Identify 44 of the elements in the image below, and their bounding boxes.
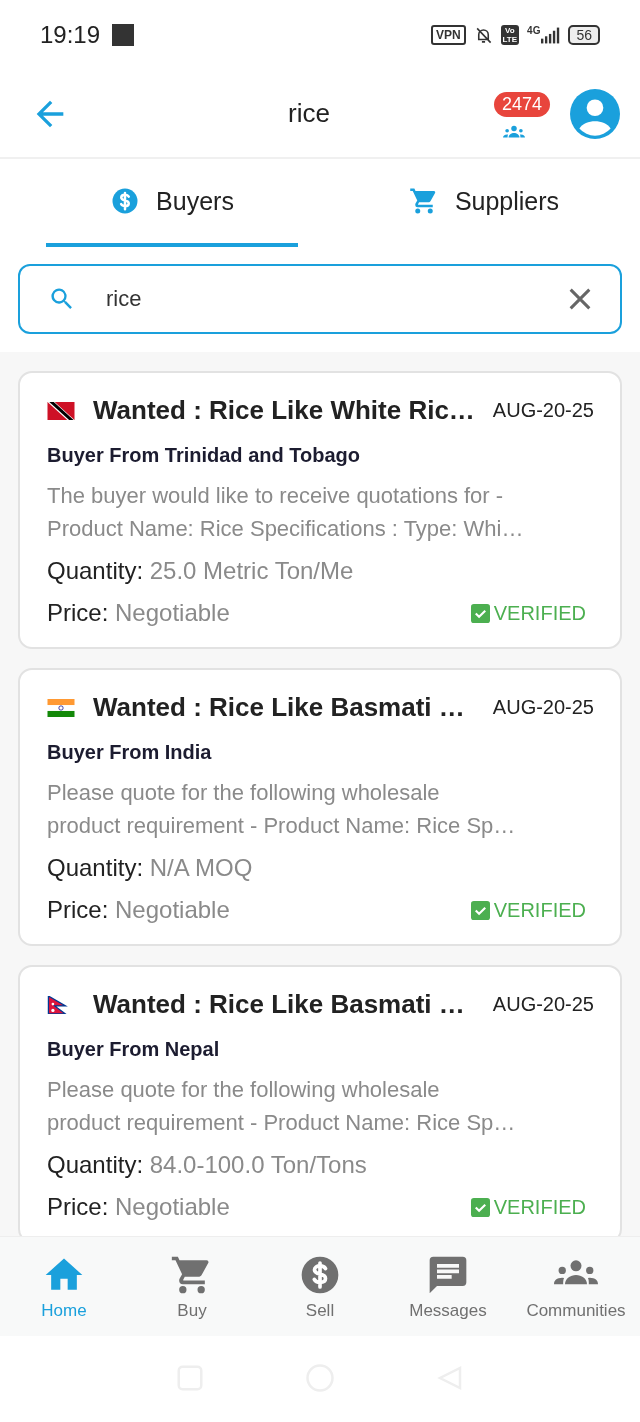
price-text: Price: Negotiable <box>47 599 230 627</box>
listing-date: AUG-20-25 <box>492 993 594 1016</box>
flag-icon <box>47 698 75 717</box>
tab[interactable]: Buyers <box>46 159 298 247</box>
notification-icon <box>112 24 135 46</box>
tab[interactable]: Suppliers <box>358 159 610 247</box>
listing-card[interactable]: Wanted : Rice Like Basmati … AUG-20-25 Buyer From Nepal Please quote for the following wholesale product requirement - Product Name: Rice Sp… Quantity: 84.0-100.0 Ton/Tons Price: Negotiable VERIFIED <box>18 965 622 1236</box>
listing-description: Please quote for the following wholesale product requirement - Product Name: Rice Sp… <box>47 779 517 840</box>
vpn-indicator: VPN <box>430 25 466 45</box>
listing-title: Wanted : Rice Like Basmati … <box>93 692 466 723</box>
listing-card[interactable] <box>18 371 622 649</box>
signal-icon <box>541 25 561 45</box>
listing-title: Wanted : Rice Like White Ric… <box>93 395 476 426</box>
nav-item[interactable]: Messages <box>384 1252 512 1321</box>
quantity-text: Quantity: 84.0-100.0 Ton/Tons <box>47 1151 368 1179</box>
listing-title: Wanted : Rice Like Basmati … <box>93 989 466 1020</box>
volte-indicator: Vo LTE <box>500 25 520 45</box>
buyer-location: Buyer From Nepal <box>47 1038 221 1061</box>
listing-date: AUG-20-25 <box>492 696 594 719</box>
price-text: Price: Negotiable <box>47 896 230 924</box>
flag-icon <box>47 401 75 420</box>
nav-item[interactable]: Communities <box>512 1252 640 1321</box>
verified-label: VERIFIED <box>493 1195 586 1219</box>
count-badge: 2474 <box>494 91 551 117</box>
nav-item[interactable]: Sell <box>256 1252 384 1321</box>
battery-level: 56 <box>568 25 600 45</box>
nav-item[interactable]: Buy <box>128 1252 256 1321</box>
network-type: 4G <box>527 25 541 36</box>
buyer-location: Buyer From India <box>47 741 213 764</box>
listing-description: Please quote for the following wholesale product requirement - Product Name: Rice Sp… <box>47 1076 517 1137</box>
search-field[interactable]: rice <box>18 264 622 334</box>
listing-card[interactable]: Wanted : Rice Like Basmati … AUG-20-25 Buyer From India Please quote for the following wholesale product requirement - Product Name: Rice Sp… Quantity: N/A MOQ Price: Negotiable VERIFIED <box>18 668 622 946</box>
page-title: rice <box>287 98 331 129</box>
quantity-text: Quantity: 25.0 Metric Ton/Me <box>47 557 355 585</box>
verified-label: VERIFIED <box>493 898 586 922</box>
price-text: Price: Negotiable <box>47 1193 230 1221</box>
buyer-location: Buyer From Trinidad and Tobago <box>47 444 361 467</box>
avatar-icon[interactable] <box>570 88 620 139</box>
listing-description: The buyer would like to receive quotations for - Product Name: Rice Specifications : Type: Whi… <box>47 482 525 543</box>
listing-date: AUG-20-25 <box>492 399 594 422</box>
quantity-text: Quantity: N/A MOQ <box>47 854 254 882</box>
search-input[interactable]: rice <box>104 285 538 313</box>
verified-label: VERIFIED <box>493 601 586 625</box>
clock-time: 19:19 <box>40 21 101 49</box>
